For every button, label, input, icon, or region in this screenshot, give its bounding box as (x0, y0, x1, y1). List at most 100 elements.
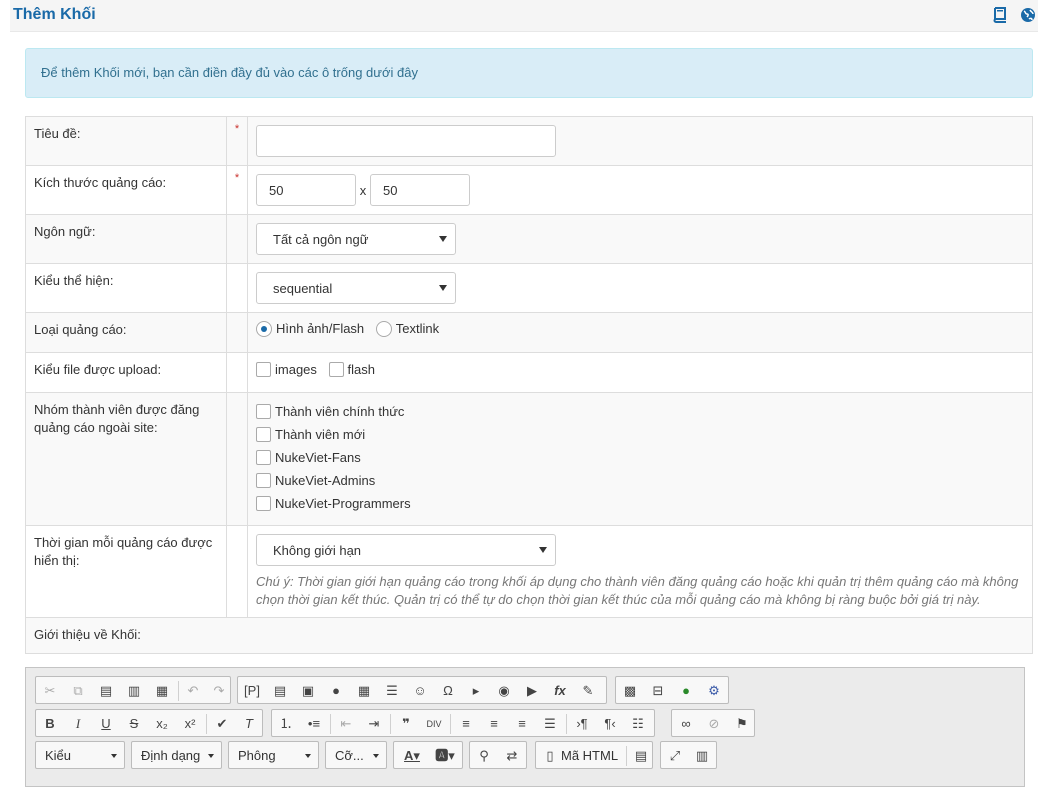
language-icon[interactable]: ☷ (627, 713, 649, 735)
chevron-down-icon (439, 236, 447, 242)
find-group: ⚲ ⇄ (469, 741, 527, 769)
group-fans-label: NukeViet-Fans (275, 450, 361, 466)
background-color-icon[interactable]: 🅰▾ (430, 745, 460, 767)
copy-format-icon[interactable]: ✔ (211, 713, 233, 735)
redo-icon[interactable]: ↷ (208, 680, 230, 702)
font-combo[interactable]: Phông (228, 741, 319, 769)
underline-icon[interactable]: U (95, 713, 117, 735)
height-input[interactable]: 50 (370, 174, 470, 206)
preview-icon[interactable]: ▤ (630, 745, 652, 767)
numbered-list-icon[interactable]: ⒈ (275, 713, 297, 735)
chevron-down-icon (539, 547, 547, 553)
link-web-icon[interactable]: ● (675, 680, 697, 702)
horizontal-rule-icon[interactable]: ☰ (381, 680, 403, 702)
show-blocks-icon[interactable]: ▥ (691, 745, 713, 767)
anchor-icon[interactable]: ⚑ (731, 713, 753, 735)
checkbox-group-fans[interactable] (256, 450, 271, 466)
checkbox-images[interactable] (256, 362, 271, 378)
uploader-icon[interactable]: ⚙ (703, 680, 725, 702)
ad-type-label: Loại quảng cáo: (25, 312, 227, 353)
radio-textlink[interactable] (375, 320, 392, 337)
format-combo[interactable]: Định dạng (131, 741, 222, 769)
format-combo-label: Định dạng (141, 748, 201, 763)
checkbox-group-new[interactable] (256, 427, 271, 443)
find-icon[interactable]: ⚲ (473, 745, 495, 767)
div-container-icon[interactable]: DIV (423, 713, 445, 735)
duration-label: Thời gian mỗi quảng cáo được hiển thị: (25, 525, 227, 618)
undo-icon[interactable]: ↶ (182, 680, 204, 702)
math-formula-icon[interactable]: fx (549, 680, 571, 702)
checkbox-group-official[interactable] (256, 404, 271, 420)
flash-icon[interactable]: ● (325, 680, 347, 702)
row-display: Kiểu thể hiện: sequential (25, 263, 1033, 313)
chevron-down-icon (305, 754, 311, 758)
source-icon[interactable]: ▯ (539, 745, 561, 767)
image-icon[interactable]: ▣ (297, 680, 319, 702)
row-intro: Giới thiệu về Khối: (25, 617, 1033, 654)
template-icon[interactable]: ▤ (269, 680, 291, 702)
duration-select[interactable]: Không giới hạn (256, 534, 556, 566)
align-left-icon[interactable]: ≡ (455, 713, 477, 735)
source-button-label[interactable]: Mã HTML (561, 748, 618, 763)
align-justify-icon[interactable]: ☰ (539, 713, 561, 735)
styles-combo[interactable]: Kiểu (35, 741, 125, 769)
video-icon[interactable]: ▩ (619, 680, 641, 702)
youtube-icon[interactable]: ▶ (521, 680, 543, 702)
unlink-icon[interactable]: ⊘ (703, 713, 725, 735)
iframe-icon[interactable]: ▸ (465, 680, 487, 702)
paste-word-icon[interactable]: ▦ (151, 680, 173, 702)
bold-icon[interactable]: B (39, 713, 61, 735)
table-icon[interactable]: ▦ (353, 680, 375, 702)
special-char-icon[interactable]: Ω (437, 680, 459, 702)
groups-label: Nhóm thành viên được đăng quảng cáo ngoà… (25, 392, 227, 526)
italic-icon[interactable]: I (67, 713, 89, 735)
copy-icon[interactable]: ⧉ (67, 680, 89, 702)
paste-icon[interactable]: ▤ (95, 680, 117, 702)
links-group: ∞ ⊘ ⚑ (671, 709, 755, 737)
bulleted-list-icon[interactable]: •≡ (303, 713, 325, 735)
globe-icon[interactable] (1020, 7, 1036, 23)
paste-text-icon[interactable]: ▥ (123, 680, 145, 702)
width-input[interactable]: 50 (256, 174, 356, 206)
checkbox-group-programmers[interactable] (256, 496, 271, 512)
align-right-icon[interactable]: ≡ (511, 713, 533, 735)
placeholder-icon[interactable]: [P] (241, 680, 263, 702)
rtl-icon[interactable]: ¶‹ (599, 713, 621, 735)
checkbox-flash[interactable] (328, 362, 344, 378)
size-combo[interactable]: Cỡ... (325, 741, 387, 769)
upload-types-label: Kiểu file được upload: (25, 352, 227, 393)
replace-icon[interactable]: ⇄ (501, 745, 523, 767)
align-center-icon[interactable]: ≡ (483, 713, 505, 735)
intro-label: Giới thiệu về Khối: (25, 617, 1033, 654)
strikethrough-icon[interactable]: S (123, 713, 145, 735)
book-icon[interactable] (991, 7, 1007, 23)
row-language: Ngôn ngữ: Tất cả ngôn ngữ (25, 214, 1033, 264)
indent-icon[interactable]: ⇥ (363, 713, 385, 735)
superscript-icon[interactable]: x² (179, 713, 201, 735)
language-label: Ngôn ngữ: (25, 214, 227, 264)
title-input[interactable] (256, 125, 556, 157)
display-select[interactable]: sequential (256, 272, 456, 304)
google-maps-icon[interactable]: ◉ (493, 680, 515, 702)
remove-format-icon[interactable]: T (238, 713, 260, 735)
block-form: Tiêu đề: * Kích thước quảng cáo: * 50 x 50… (25, 116, 1033, 654)
blockquote-icon[interactable]: ❞ (395, 713, 417, 735)
subscript-icon[interactable]: x₂ (151, 713, 173, 735)
pagebreak-icon[interactable]: ⊟ (647, 680, 669, 702)
checkbox-group-admins[interactable] (256, 473, 271, 489)
insert-group: [P] ▤ ▣ ● ▦ ☰ ☺ Ω ▸ ◉ ▶ fx ✎ (237, 676, 607, 704)
maximize-icon[interactable]: ⤢ (664, 745, 686, 767)
smiley-icon[interactable]: ☺ (409, 680, 431, 702)
checkbox-images-label: images (275, 362, 317, 378)
ltr-icon[interactable]: ›¶ (571, 713, 593, 735)
checkbox-flash-label: flash (347, 362, 376, 378)
radio-textlink-label: Textlink (395, 321, 440, 337)
language-select[interactable]: Tất cả ngôn ngữ (256, 223, 456, 255)
code-snippet-icon[interactable]: ✎ (577, 680, 599, 702)
radio-image-flash[interactable] (256, 320, 272, 337)
link-icon[interactable]: ∞ (675, 713, 697, 735)
cut-icon[interactable]: ✂ (39, 680, 61, 702)
text-color-icon[interactable]: A▾ (397, 745, 427, 767)
colors-group: A▾ 🅰▾ (393, 741, 463, 769)
outdent-icon[interactable]: ⇤ (335, 713, 357, 735)
